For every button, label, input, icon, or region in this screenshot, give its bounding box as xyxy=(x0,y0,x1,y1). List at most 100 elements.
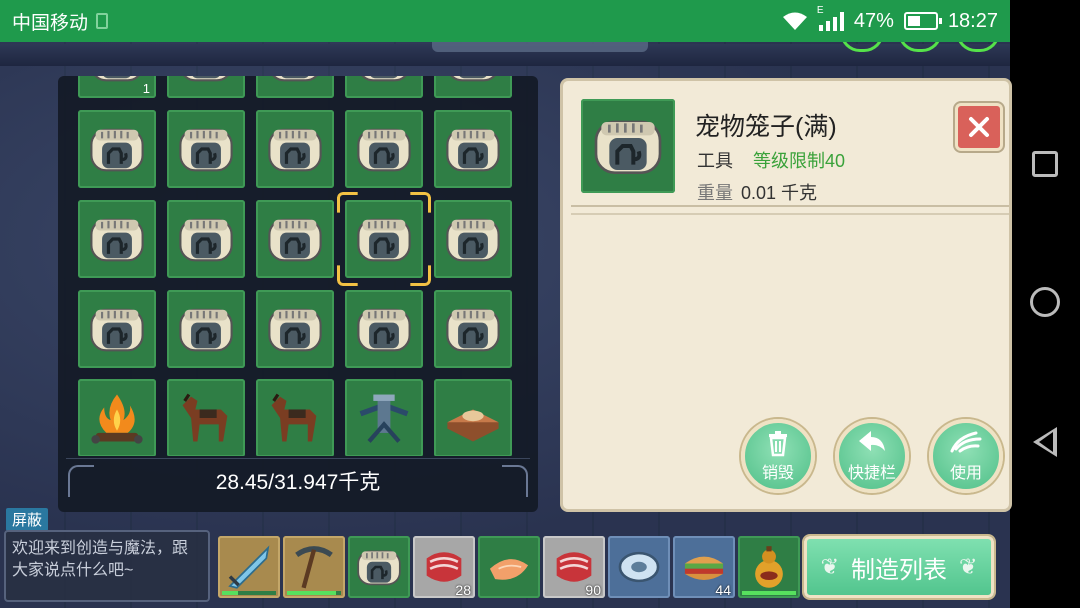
pet-cage-icon xyxy=(179,308,233,352)
hotbar-slot[interactable]: 90 xyxy=(543,536,605,598)
inventory-slot[interactable] xyxy=(167,76,245,98)
inventory-slot[interactable] xyxy=(434,110,512,188)
use-label: 使用 xyxy=(949,465,982,482)
android-nav-bar xyxy=(1010,0,1080,608)
corner-ornament xyxy=(502,465,528,497)
durability-bar xyxy=(287,591,341,595)
inventory-slot[interactable] xyxy=(434,76,512,98)
gourd-icon xyxy=(755,546,783,588)
pet-cage-icon xyxy=(268,128,322,172)
item-detail-header: 宠物笼子(满) 工具 等级限制40 重量 0.01 千克 xyxy=(571,89,1009,207)
inventory-slot[interactable] xyxy=(256,200,334,278)
destroy-button[interactable]: 销毁 xyxy=(741,419,815,493)
inventory-grid[interactable]: 1 xyxy=(78,76,518,456)
pickaxe-icon xyxy=(295,546,333,589)
inventory-slot[interactable] xyxy=(434,290,512,368)
pet-cage-icon xyxy=(268,218,322,262)
inventory-slot[interactable] xyxy=(256,290,334,368)
ice-sword-icon xyxy=(228,545,270,589)
inventory-slot[interactable] xyxy=(78,200,156,278)
chat-shield-toggle[interactable]: 屏蔽 xyxy=(6,508,49,531)
hotbar-slot[interactable] xyxy=(218,536,280,598)
android-status-bar: 中国移动 E 47% 18:27 xyxy=(0,0,1010,42)
pet-cage-icon xyxy=(446,128,500,172)
item-weight-label: 重量 xyxy=(697,183,733,203)
pet-cage-icon xyxy=(183,76,229,82)
corner-ornament xyxy=(68,465,94,497)
pet-cage-icon xyxy=(581,99,675,193)
item-name: 宠物笼子(满) xyxy=(695,113,837,141)
hotbar-slot[interactable] xyxy=(348,536,410,598)
hotbar-slot[interactable]: 28 xyxy=(413,536,475,598)
ornament-icon: ❦ xyxy=(959,554,978,579)
ornament-icon: ❦ xyxy=(820,554,839,579)
inventory-slot[interactable] xyxy=(167,290,245,368)
inventory-slot[interactable] xyxy=(167,379,245,456)
inventory-slot[interactable] xyxy=(256,379,334,456)
inventory-slot[interactable] xyxy=(256,110,334,188)
wooden-platform-icon xyxy=(447,409,499,442)
pet-cage-icon xyxy=(450,76,496,82)
item-count: 44 xyxy=(715,582,731,598)
chat-input[interactable]: 欢迎来到创造与魔法，跟大家说点什么吧~ xyxy=(4,530,210,602)
pet-cage-icon xyxy=(357,128,411,172)
hotbar-slot[interactable] xyxy=(608,536,670,598)
horse-icon xyxy=(182,393,228,442)
inventory-slot[interactable] xyxy=(434,379,512,456)
signal-icon: E xyxy=(817,5,844,31)
hand-icon xyxy=(950,431,982,453)
battery-percent: 47% xyxy=(853,9,894,32)
inventory-slot[interactable] xyxy=(78,290,156,368)
recent-apps-icon[interactable] xyxy=(1032,151,1058,177)
wifi-icon xyxy=(782,12,807,30)
inventory-slot[interactable] xyxy=(167,110,245,188)
pet-cage-icon xyxy=(357,218,411,262)
campfire-icon xyxy=(91,394,143,444)
hotbar-slot[interactable] xyxy=(283,536,345,598)
carrier-name: 中国移动 xyxy=(12,11,89,34)
home-icon[interactable] xyxy=(1030,287,1060,317)
inventory-slot[interactable] xyxy=(167,200,245,278)
back-icon[interactable] xyxy=(1033,427,1057,457)
hotbar-slot[interactable]: 44 xyxy=(673,536,735,598)
item-detail-panel: 宠物笼子(满) 工具 等级限制40 重量 0.01 千克 销毁 快捷栏 使用 xyxy=(560,78,1012,512)
close-button[interactable] xyxy=(955,103,1003,151)
inventory-slot[interactable] xyxy=(434,200,512,278)
inventory-slot[interactable] xyxy=(78,379,156,456)
inventory-slot[interactable] xyxy=(256,76,334,98)
battery-icon xyxy=(903,12,942,30)
pet-cage-icon xyxy=(268,308,322,352)
inventory-slot[interactable] xyxy=(345,76,423,98)
craft-list-button[interactable]: ❦ 制造列表 ❦ xyxy=(804,536,994,598)
item-count: 90 xyxy=(585,582,601,598)
inventory-slot[interactable]: 1 xyxy=(78,76,156,98)
destroy-label: 销毁 xyxy=(761,465,794,482)
inventory-slot-selected[interactable] xyxy=(345,200,423,278)
pet-cage-icon xyxy=(90,218,144,262)
sim-icon xyxy=(96,13,109,29)
fish-fillet-icon xyxy=(489,559,529,580)
pet-cage-icon xyxy=(361,76,407,82)
item-weight-value: 0.01 千克 xyxy=(741,183,818,203)
pet-cage-icon xyxy=(357,308,411,352)
inventory-footer: 28.45/31.947千克 xyxy=(66,458,530,502)
hotbar-slot[interactable] xyxy=(478,536,540,598)
inventory-slot[interactable] xyxy=(345,110,423,188)
pet-cage-icon xyxy=(446,218,500,262)
pet-cage-icon xyxy=(272,76,318,82)
use-button[interactable]: 使用 xyxy=(929,419,1003,493)
pet-cage-icon xyxy=(90,308,144,352)
inventory-slot[interactable] xyxy=(345,379,423,456)
inventory-slot[interactable] xyxy=(345,290,423,368)
quickbar-label: 快捷栏 xyxy=(847,465,896,482)
pet-cage-icon xyxy=(179,218,233,262)
quickbar-button[interactable]: 快捷栏 xyxy=(835,419,909,493)
item-count: 1 xyxy=(142,81,150,96)
divider xyxy=(571,213,1009,215)
item-count: 28 xyxy=(455,582,471,598)
pet-cage-icon xyxy=(179,128,233,172)
close-icon xyxy=(969,117,989,137)
inventory-slot[interactable] xyxy=(78,110,156,188)
hotbar-slot[interactable] xyxy=(738,536,800,598)
item-level-requirement: 等级限制40 xyxy=(753,151,846,171)
